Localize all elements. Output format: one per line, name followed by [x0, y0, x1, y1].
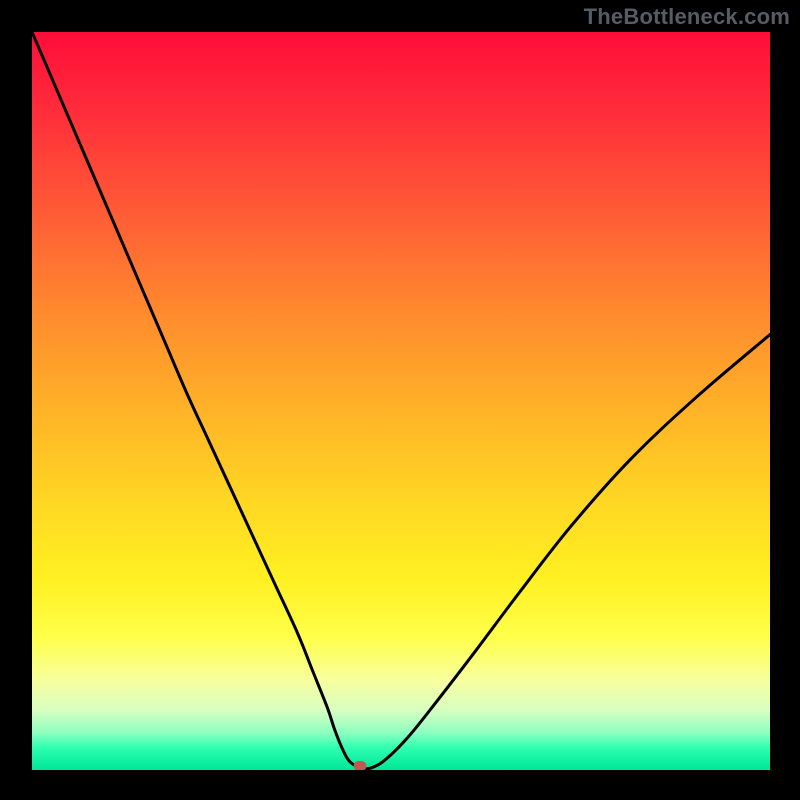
chart-frame: TheBottleneck.com [0, 0, 800, 800]
watermark-text: TheBottleneck.com [584, 4, 790, 30]
bottleneck-curve [32, 32, 770, 769]
curve-layer [32, 32, 770, 770]
plot-area [32, 32, 770, 770]
optimal-marker [354, 761, 367, 770]
